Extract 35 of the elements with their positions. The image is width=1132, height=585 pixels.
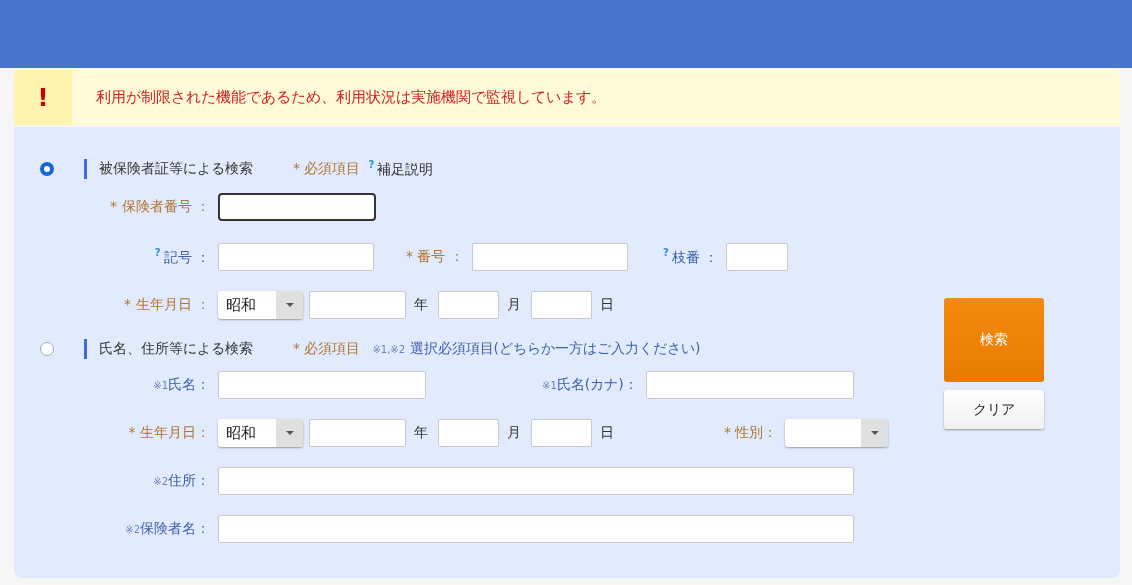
warning-icon: ! (37, 83, 49, 112)
field-label: ※1氏名(カナ)： (542, 376, 638, 394)
clear-button[interactable]: クリア (944, 390, 1044, 429)
field-label: $^{?}$ 記号 ： (153, 247, 210, 267)
field-label: ※1氏名： (152, 376, 210, 394)
required-legend: * 必須項目 (293, 160, 361, 178)
dropdown[interactable]: 昭和 (218, 419, 303, 447)
caret-icon (870, 431, 879, 435)
unit-label: 月 (507, 296, 521, 314)
required-legend: * 必須項目 (293, 340, 361, 358)
field-label: * 保険者番号 ： (109, 198, 210, 216)
unit-label: 日 (600, 296, 614, 314)
field-label: ※2保険者名： (124, 520, 210, 538)
dropdown[interactable] (785, 419, 889, 447)
dropdown[interactable]: 昭和 (218, 291, 303, 319)
field-label: * 番号 ： (406, 248, 464, 266)
field-label: * 性別： (724, 424, 778, 442)
unit-label: 年 (414, 424, 428, 442)
field-label: * 生年月日 ： (123, 296, 210, 314)
help-legend: $^{?}$ 補足説明 (368, 159, 434, 179)
caret-icon (285, 431, 294, 435)
unit-label: 月 (507, 424, 521, 442)
note-legend: ※1,※2 選択必須項目(どちらか一方はご入力ください) (372, 340, 701, 358)
field-label: ※2住所： (152, 472, 210, 490)
field-label: * 生年月日： (127, 424, 210, 442)
section-title: 氏名、住所等による検索 (99, 340, 253, 358)
unit-label: 年 (414, 296, 428, 314)
radio-button[interactable] (40, 162, 54, 176)
field-label: $^{?}$ 枝番 ： (662, 247, 719, 267)
caret-icon (285, 303, 294, 307)
section-title: 被保険者証等による検索 (99, 160, 253, 178)
unit-label: 日 (600, 424, 614, 442)
text-field[interactable] (218, 193, 376, 221)
warning-message: 利用が制限された機能であるため、利用状況は実施機関で監視しています。 (96, 88, 606, 107)
radio-button[interactable] (40, 342, 54, 356)
